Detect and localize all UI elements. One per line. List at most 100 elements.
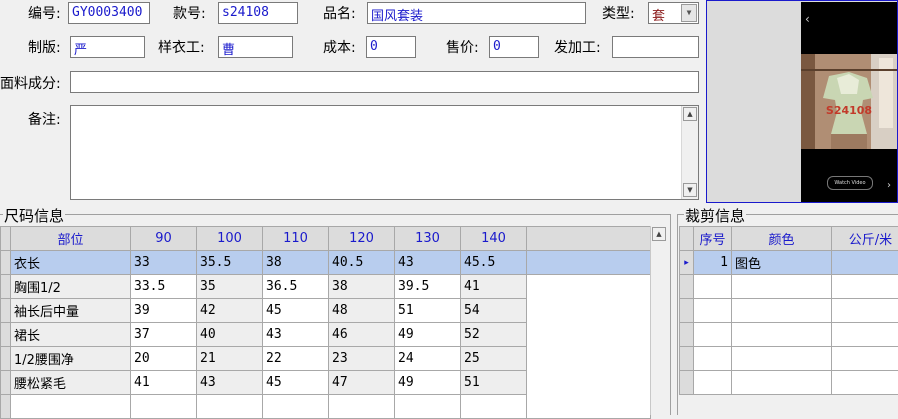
size-value-cell[interactable]: 33 — [131, 251, 197, 275]
size-value-cell[interactable]: 20 — [131, 347, 197, 371]
size-value-cell[interactable]: 25 — [461, 347, 527, 371]
size-value-cell[interactable]: 36.5 — [263, 275, 329, 299]
size-col-header[interactable]: 110 — [263, 227, 329, 251]
code-field[interactable]: GY0003400 — [68, 2, 150, 24]
table-row[interactable]: 腰松紧毛414345474951 — [1, 371, 651, 395]
cut-col-header[interactable]: 颜色 — [732, 227, 832, 251]
cut-empty-cell[interactable] — [694, 323, 732, 347]
size-value-cell[interactable]: 39 — [131, 299, 197, 323]
table-row[interactable] — [680, 299, 898, 323]
size-value-cell[interactable]: 46 — [329, 323, 395, 347]
cost-field[interactable]: 0 — [366, 36, 416, 58]
size-value-cell[interactable]: 52 — [461, 323, 527, 347]
size-value-cell[interactable]: 38 — [329, 275, 395, 299]
cut-empty-cell[interactable] — [694, 299, 732, 323]
cut-empty-cell[interactable] — [732, 275, 832, 299]
chevron-down-icon[interactable]: ▼ — [681, 4, 697, 22]
row-indicator[interactable] — [680, 275, 694, 299]
size-col-header[interactable]: 90 — [131, 227, 197, 251]
type-select[interactable]: 套 ▼ — [648, 2, 699, 24]
size-value-cell[interactable]: 38 — [263, 251, 329, 275]
cut-empty-cell[interactable] — [694, 371, 732, 395]
watch-video-button[interactable]: Watch Video — [827, 176, 873, 190]
size-col-header[interactable]: 100 — [197, 227, 263, 251]
cut-empty-cell[interactable] — [694, 275, 732, 299]
cut-weight-cell[interactable] — [832, 251, 898, 275]
scroll-up-icon[interactable]: ▲ — [683, 107, 697, 121]
remark-textarea[interactable]: ▲ ▼ — [70, 105, 699, 200]
row-indicator[interactable] — [680, 347, 694, 371]
table-row[interactable]: 胸围1/233.53536.53839.541 — [1, 275, 651, 299]
product-video[interactable]: ‹ S24108 Watch Video › — [801, 2, 897, 202]
size-value-cell[interactable]: 42 — [197, 299, 263, 323]
size-value-cell[interactable]: 43 — [197, 371, 263, 395]
row-indicator[interactable] — [1, 299, 11, 323]
table-row[interactable]: 1/2腰围净202122232425 — [1, 347, 651, 371]
style-field[interactable]: s24108 — [218, 2, 298, 24]
process-field[interactable] — [612, 36, 699, 58]
cut-col-header[interactable]: 公斤/米 — [832, 227, 898, 251]
size-scrollbar[interactable]: ▲ — [650, 226, 667, 415]
row-indicator[interactable] — [1, 275, 11, 299]
cut-empty-cell[interactable] — [732, 347, 832, 371]
size-value-cell[interactable]: 51 — [461, 371, 527, 395]
table-row[interactable]: 裙长374043464952 — [1, 323, 651, 347]
current-row-icon[interactable]: ▸ — [680, 251, 694, 275]
size-value-cell[interactable]: 47 — [329, 371, 395, 395]
size-value-cell[interactable]: 43 — [263, 323, 329, 347]
right-arrow-icon[interactable]: › — [887, 180, 891, 191]
size-value-cell[interactable]: 35.5 — [197, 251, 263, 275]
cut-empty-cell[interactable] — [832, 347, 898, 371]
size-value-cell[interactable]: 51 — [395, 299, 461, 323]
row-indicator[interactable] — [1, 347, 11, 371]
row-indicator[interactable] — [1, 371, 11, 395]
size-value-cell[interactable]: 21 — [197, 347, 263, 371]
size-col-header[interactable]: 120 — [329, 227, 395, 251]
size-value-cell[interactable]: 33.5 — [131, 275, 197, 299]
size-value-cell[interactable]: 24 — [395, 347, 461, 371]
row-indicator[interactable] — [680, 371, 694, 395]
size-value-cell[interactable]: 49 — [395, 371, 461, 395]
size-value-cell[interactable]: 45 — [263, 371, 329, 395]
name-field[interactable]: 国风套装 — [367, 2, 586, 24]
cut-seq-cell[interactable]: 1 — [694, 251, 732, 275]
scroll-up-icon[interactable]: ▲ — [652, 227, 666, 241]
table-row[interactable]: ▸1图色 — [680, 251, 898, 275]
cut-color-cell[interactable]: 图色 — [732, 251, 832, 275]
cut-empty-cell[interactable] — [694, 347, 732, 371]
table-row[interactable]: 袖长后中量394245485154 — [1, 299, 651, 323]
size-part-cell[interactable]: 裙长 — [11, 323, 131, 347]
scroll-down-icon[interactable]: ▼ — [683, 183, 697, 197]
sample-field[interactable]: 曹 — [218, 36, 293, 58]
size-value-cell[interactable]: 40 — [197, 323, 263, 347]
size-part-cell[interactable]: 1/2腰围净 — [11, 347, 131, 371]
size-value-cell[interactable]: 35 — [197, 275, 263, 299]
cut-empty-cell[interactable] — [732, 371, 832, 395]
row-indicator[interactable] — [680, 299, 694, 323]
cut-col-header[interactable]: 序号 — [694, 227, 732, 251]
size-col-header[interactable]: 部位 — [11, 227, 131, 251]
size-value-cell[interactable]: 37 — [131, 323, 197, 347]
price-field[interactable]: 0 — [489, 36, 539, 58]
size-value-cell[interactable]: 40.5 — [329, 251, 395, 275]
size-value-cell[interactable]: 45 — [263, 299, 329, 323]
cut-empty-cell[interactable] — [732, 323, 832, 347]
pattern-field[interactable]: 严 — [70, 36, 145, 58]
cut-empty-cell[interactable] — [732, 299, 832, 323]
table-row[interactable] — [680, 275, 898, 299]
size-col-header[interactable]: 140 — [461, 227, 527, 251]
cut-empty-cell[interactable] — [832, 323, 898, 347]
table-row[interactable] — [680, 371, 898, 395]
size-col-header[interactable]: 130 — [395, 227, 461, 251]
size-part-cell[interactable]: 衣长 — [11, 251, 131, 275]
cut-empty-cell[interactable] — [832, 371, 898, 395]
size-value-cell[interactable]: 48 — [329, 299, 395, 323]
table-row[interactable] — [680, 323, 898, 347]
size-value-cell[interactable]: 54 — [461, 299, 527, 323]
table-row[interactable]: 衣长3335.53840.54345.5 — [1, 251, 651, 275]
cut-empty-cell[interactable] — [832, 275, 898, 299]
size-part-cell[interactable]: 袖长后中量 — [11, 299, 131, 323]
row-indicator[interactable] — [680, 323, 694, 347]
size-value-cell[interactable]: 45.5 — [461, 251, 527, 275]
size-value-cell[interactable]: 43 — [395, 251, 461, 275]
